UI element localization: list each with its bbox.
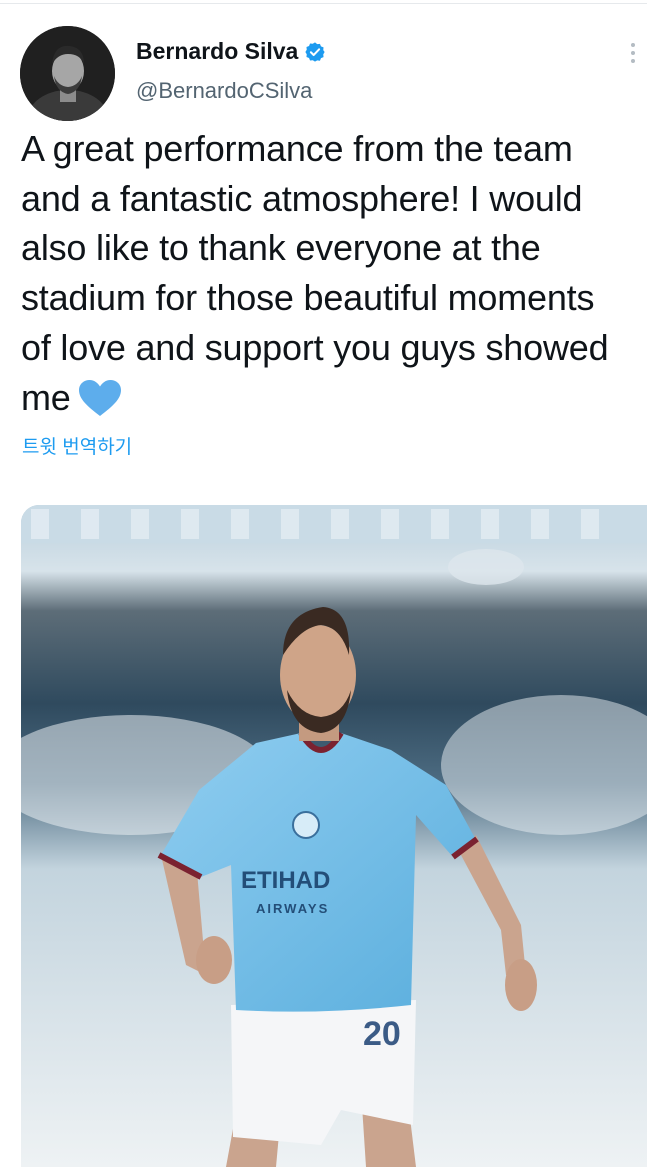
display-name[interactable]: Bernardo Silva xyxy=(136,38,298,65)
shirt-sponsor-line1: ETIHAD xyxy=(241,867,330,894)
verified-badge-icon xyxy=(304,41,326,63)
tweet-text-line: of love and support you guys showed xyxy=(21,326,609,368)
tweet-text: A great performance from the team and a … xyxy=(21,124,645,422)
tweet-media-photo[interactable]: 20 ETIHAD AIRWAYS xyxy=(21,505,647,1167)
tweet-text-line: me xyxy=(21,376,71,418)
tweet-text-last-line: me xyxy=(21,373,645,423)
photo-player-image: 20 ETIHAD AIRWAYS xyxy=(21,505,647,1167)
tweet-text-line: stadium for those beautiful moments xyxy=(21,277,595,319)
author-handle[interactable]: @BernardoCSilva xyxy=(136,78,312,104)
blue-heart-icon xyxy=(77,378,123,418)
tweet-text-line: A great performance from the team xyxy=(21,128,573,169)
avatar[interactable] xyxy=(20,26,115,121)
top-divider xyxy=(0,3,647,4)
shorts-number: 20 xyxy=(363,1015,401,1053)
shirt-sponsor-line2: AIRWAYS xyxy=(256,901,329,916)
avatar-photo xyxy=(20,26,115,121)
tweet-text-line: also like to thank everyone at the xyxy=(21,227,541,269)
translate-tweet-link[interactable]: 트윗 번역하기 xyxy=(22,432,132,459)
more-options-icon[interactable] xyxy=(620,38,646,68)
tweet-text-line: and a fantastic atmosphere! I would xyxy=(21,177,583,219)
author-display-name-row[interactable]: Bernardo Silva xyxy=(136,38,326,65)
